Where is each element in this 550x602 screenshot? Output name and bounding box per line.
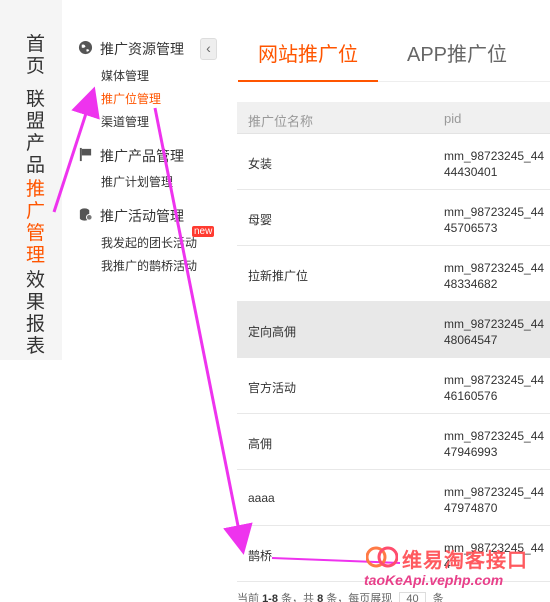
main-nav: 首页 联盟产品 推广管理 效果报表 bbox=[0, 0, 62, 360]
table-row[interactable]: 母婴 mm_98723245_4445706573 bbox=[237, 190, 550, 246]
row-name: 拉新推广位 bbox=[248, 269, 309, 283]
pagination-unit: 条 bbox=[432, 593, 444, 602]
main-nav-promotion[interactable]: 推广管理 bbox=[26, 179, 48, 267]
watermark: 维易淘客接口 taoKeApi.vephp.com bbox=[362, 540, 548, 590]
group-title-resource: 推广资源管理 bbox=[100, 41, 184, 57]
pagination-unit: 条，每页展现 bbox=[326, 593, 393, 602]
row-pid: mm_98723245_4444430401 bbox=[444, 149, 545, 179]
sub-link-plan[interactable]: 推广计划管理 bbox=[101, 173, 173, 190]
group-title-product: 推广产品管理 bbox=[100, 148, 184, 164]
row-pid: mm_98723245_4446160576 bbox=[444, 373, 545, 403]
sub-link-bridge-activity[interactable]: 我推广的鹊桥活动 bbox=[101, 257, 197, 274]
page-size-select[interactable]: 40 bbox=[399, 592, 426, 602]
row-name: aaaa bbox=[248, 491, 275, 505]
watermark-title: 维易淘客接口 bbox=[402, 550, 528, 572]
new-badge: new bbox=[192, 226, 215, 237]
sub-link-media[interactable]: 媒体管理 bbox=[101, 67, 149, 84]
row-pid: mm_98723245_4448064547 bbox=[444, 317, 545, 347]
table-row[interactable]: aaaa mm_98723245_4447974870 bbox=[237, 470, 550, 526]
adzone-table: 推广位名称 pid 女装 mm_98723245_4444430401 母婴 m… bbox=[237, 102, 550, 582]
sub-link-channel[interactable]: 渠道管理 bbox=[101, 113, 149, 130]
row-pid: mm_98723245_4448334682 bbox=[444, 261, 545, 291]
pagination-unit: 条，共 bbox=[281, 593, 315, 602]
column-header-pid[interactable]: pid bbox=[444, 111, 461, 126]
row-name: 官方活动 bbox=[248, 381, 297, 395]
group-title-activity: 推广活动管理 bbox=[100, 208, 184, 224]
row-name: 母婴 bbox=[248, 213, 273, 227]
table-row[interactable]: 定向高佣 mm_98723245_4448064547 bbox=[237, 302, 550, 358]
pagination-info: 当前 1-8 条，共 8 条，每页展现 40 条 bbox=[237, 590, 550, 602]
table-header: 推广位名称 pid bbox=[237, 102, 550, 134]
row-pid: mm_98723245_4447946993 bbox=[444, 429, 545, 459]
chevron-left-icon[interactable]: ‹ bbox=[200, 38, 217, 60]
row-name: 鹊桥 bbox=[248, 549, 273, 563]
flag-icon bbox=[79, 147, 92, 162]
tab-website-adzone[interactable]: 网站推广位 bbox=[258, 38, 358, 67]
table-row[interactable]: 官方活动 mm_98723245_4446160576 bbox=[237, 358, 550, 414]
watermark-url: taoKeApi.vephp.com bbox=[364, 572, 504, 588]
watermark-logo-icon bbox=[366, 546, 398, 568]
pagination-range: 1-8 bbox=[262, 593, 278, 602]
table-row[interactable]: 高佣 mm_98723245_4447946993 bbox=[237, 414, 550, 470]
sub-link-adzone[interactable]: 推广位管理 bbox=[101, 90, 161, 107]
active-tab-indicator bbox=[238, 80, 378, 82]
row-name: 女装 bbox=[248, 157, 273, 171]
table-row[interactable]: 女装 mm_98723245_4444430401 bbox=[237, 134, 550, 190]
main-nav-reports[interactable]: 效果报表 bbox=[26, 270, 48, 358]
coins-icon bbox=[79, 208, 93, 221]
main-nav-home[interactable]: 首页 bbox=[26, 34, 48, 78]
pagination-total: 8 bbox=[317, 593, 324, 602]
main-nav-products[interactable]: 联盟产品 bbox=[26, 89, 48, 177]
tab-app-adzone[interactable]: APP推广位 bbox=[407, 38, 507, 67]
table-row[interactable]: 拉新推广位 mm_98723245_4448334682 bbox=[237, 246, 550, 302]
sub-link-team-activity[interactable]: 我发起的团长活动 bbox=[101, 234, 197, 251]
globe-icon bbox=[78, 40, 93, 55]
row-pid: mm_98723245_4447974870 bbox=[444, 485, 545, 515]
pagination-prefix: 当前 bbox=[237, 593, 259, 602]
row-pid: mm_98723245_4445706573 bbox=[444, 205, 545, 235]
column-header-name[interactable]: 推广位名称 bbox=[248, 111, 313, 130]
row-name: 定向高佣 bbox=[248, 325, 297, 339]
tab-bar: 网站推广位 APP推广位 bbox=[238, 30, 550, 82]
row-name: 高佣 bbox=[248, 437, 273, 451]
